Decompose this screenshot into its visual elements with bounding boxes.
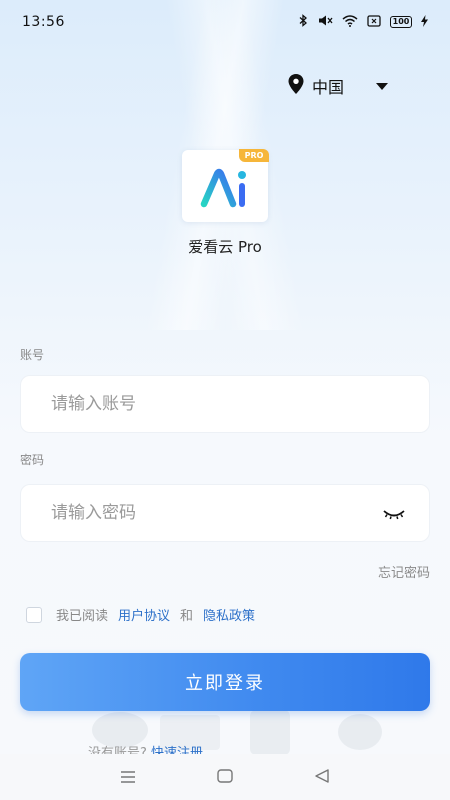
agreement-checkbox[interactable] bbox=[26, 606, 42, 623]
agreement-and: 和 bbox=[180, 609, 194, 624]
charging-icon bbox=[421, 14, 428, 30]
password-field-container bbox=[20, 484, 430, 542]
agreement-prefix: 我已阅读 bbox=[56, 609, 109, 624]
account-label: 账号 bbox=[20, 348, 45, 362]
region-label: 中国 bbox=[312, 78, 345, 97]
privacy-policy-link[interactable]: 隐私政策 bbox=[203, 605, 255, 624]
navigation-bar bbox=[0, 754, 450, 800]
status-icons: 100 bbox=[299, 14, 428, 30]
password-label: 密码 bbox=[20, 453, 45, 467]
account-field-container bbox=[20, 375, 430, 433]
status-bar: 13:56 100 bbox=[0, 0, 450, 44]
battery-icon: 100 bbox=[390, 16, 412, 28]
account-input[interactable] bbox=[21, 376, 429, 432]
eye-closed-icon[interactable] bbox=[383, 507, 405, 521]
user-agreement-link[interactable]: 用户协议 bbox=[118, 605, 170, 624]
password-input[interactable] bbox=[21, 485, 429, 541]
mute-icon bbox=[317, 14, 333, 30]
login-button[interactable]: 立即登录 bbox=[20, 653, 430, 711]
pro-badge: PRO bbox=[239, 149, 269, 162]
ai-logo-icon bbox=[200, 168, 246, 208]
back-icon[interactable] bbox=[314, 768, 330, 787]
caret-down-icon bbox=[376, 82, 389, 90]
home-icon[interactable] bbox=[217, 768, 233, 787]
location-pin-icon bbox=[288, 74, 304, 98]
forgot-password-link[interactable]: 忘记密码 bbox=[378, 562, 430, 581]
agreement-row: 我已阅读 用户协议 和 隐私政策 bbox=[26, 605, 265, 624]
app-name: 爱看云 Pro bbox=[188, 238, 262, 256]
menu-icon[interactable] bbox=[120, 768, 136, 787]
wifi-icon bbox=[342, 14, 358, 30]
app-logo: PRO bbox=[182, 149, 269, 222]
sim-icon bbox=[367, 14, 381, 30]
region-selector[interactable]: 中国 bbox=[288, 74, 389, 98]
devices-background-image bbox=[92, 710, 382, 755]
bluetooth-icon bbox=[299, 14, 308, 30]
status-time: 13:56 bbox=[22, 14, 65, 30]
